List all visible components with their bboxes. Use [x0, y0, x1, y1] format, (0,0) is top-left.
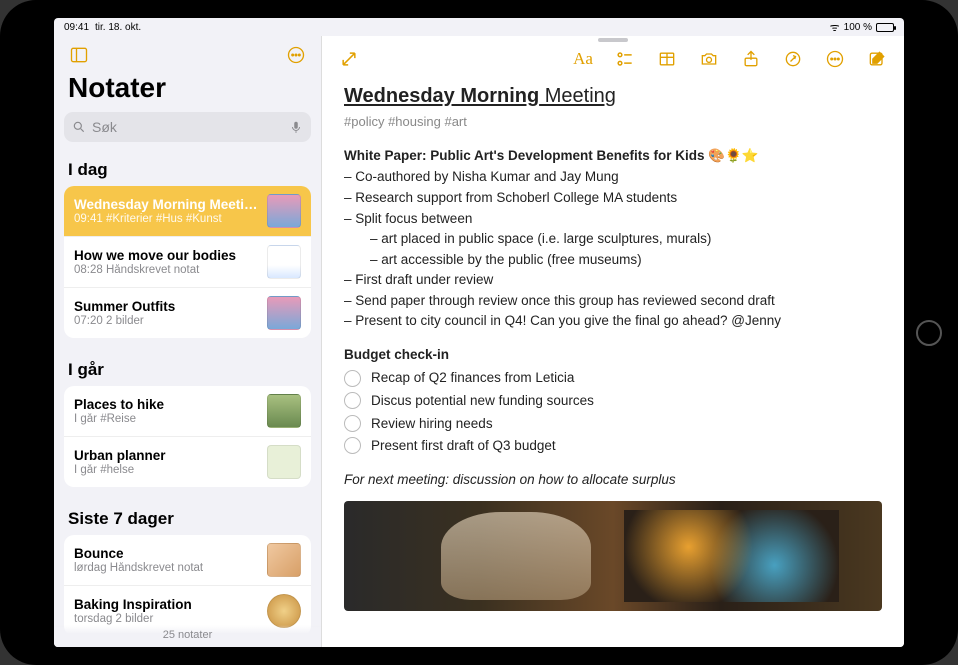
note-group: Places to hikeI går #ReiseUrban plannerI…	[64, 386, 311, 487]
markup-icon[interactable]	[780, 46, 806, 72]
note-thumbnail	[267, 394, 301, 428]
note-row-subtitle: 09:41 #Kriterier #Hus #Kunst	[74, 213, 259, 225]
note-group: Bouncelørdag Håndskrevet notat Baking Ins…	[64, 535, 311, 636]
note-row-title: Summer Outfits	[74, 299, 259, 314]
checklist-icon[interactable]	[612, 46, 638, 72]
white-paper-heading[interactable]: White Paper: Public Art's Development Be…	[344, 146, 882, 166]
note-row-title: Places to hike	[74, 397, 259, 412]
text-format-icon[interactable]: Aa	[570, 46, 596, 72]
ellipsis-icon[interactable]	[822, 46, 848, 72]
section-header: I går	[54, 352, 321, 386]
note-row-title: Wednesday Morning Meeting	[74, 197, 259, 212]
note-editor: Aa	[322, 36, 904, 647]
search-input[interactable]	[92, 119, 283, 135]
table-icon[interactable]	[654, 46, 680, 72]
note-line[interactable]: – First draft under review	[344, 270, 882, 290]
note-row[interactable]: Bouncelørdag Håndskrevet notat	[64, 535, 311, 586]
note-tags[interactable]: #policy #housing #art	[344, 113, 882, 132]
home-button[interactable]	[916, 320, 942, 346]
checklist-label: Present first draft of Q3 budget	[371, 436, 556, 456]
status-date: tir. 18. okt.	[95, 22, 141, 33]
note-row-title: Baking Inspiration	[74, 597, 259, 612]
note-attached-image[interactable]	[344, 501, 882, 611]
note-body[interactable]: Wednesday Morning Meeting #policy #housi…	[322, 78, 904, 647]
search-icon	[72, 120, 86, 134]
note-row-title: Urban planner	[74, 448, 259, 463]
checkbox-icon[interactable]	[344, 392, 361, 409]
checklist-item[interactable]: Recap of Q2 finances from Leticia	[344, 368, 882, 388]
note-row-subtitle: torsdag 2 bilder	[74, 613, 259, 625]
section-header: I dag	[54, 152, 321, 186]
note-thumbnail	[267, 296, 301, 330]
section-header: Siste 7 dager	[54, 501, 321, 535]
note-line[interactable]: – Co-authored by Nisha Kumar and Jay Mun…	[344, 167, 882, 187]
wifi-icon: ᯤ	[830, 20, 840, 35]
note-row-title: How we move our bodies	[74, 248, 259, 263]
checkbox-icon[interactable]	[344, 370, 361, 387]
notes-sidebar: Notater I dagWednesday Morning Meeting09…	[54, 36, 322, 647]
note-thumbnail	[267, 245, 301, 279]
more-options-icon[interactable]	[283, 42, 309, 68]
checklist-label: Recap of Q2 finances from Leticia	[371, 368, 574, 388]
battery-percent: 100 %	[844, 22, 872, 33]
camera-icon[interactable]	[696, 46, 722, 72]
dictate-icon[interactable]	[289, 120, 303, 134]
note-group: Wednesday Morning Meeting09:41 #Kriterie…	[64, 186, 311, 338]
ipad-frame: 09:41 tir. 18. okt. ᯤ 100 %	[0, 0, 958, 665]
note-line[interactable]: – art accessible by the public (free mus…	[344, 250, 882, 270]
sidebar-footer-count: 25 notater	[54, 625, 321, 647]
status-bar: 09:41 tir. 18. okt. ᯤ 100 %	[54, 18, 904, 36]
checklist-item[interactable]: Present first draft of Q3 budget	[344, 436, 882, 456]
note-row[interactable]: Wednesday Morning Meeting09:41 #Kriterie…	[64, 186, 311, 237]
note-title[interactable]: Wednesday Morning Meeting	[344, 82, 882, 111]
notes-list[interactable]: I dagWednesday Morning Meeting09:41 #Kri…	[54, 152, 321, 647]
note-thumbnail	[267, 543, 301, 577]
checkbox-icon[interactable]	[344, 415, 361, 432]
note-title-bold: Wednesday Morning	[344, 85, 539, 107]
checklist-label: Review hiring needs	[371, 414, 493, 434]
expand-icon[interactable]	[336, 46, 362, 72]
note-row-title: Bounce	[74, 546, 259, 561]
note-row[interactable]: Urban plannerI går #helse	[64, 437, 311, 487]
note-line[interactable]: – Send paper through review once this gr…	[344, 291, 882, 311]
note-row-subtitle: 07:20 2 bilder	[74, 315, 259, 327]
note-thumbnail	[267, 445, 301, 479]
editor-toolbar: Aa	[322, 36, 904, 78]
checklist-item[interactable]: Review hiring needs	[344, 414, 882, 434]
share-icon[interactable]	[738, 46, 764, 72]
note-row-subtitle: I går #Reise	[74, 413, 259, 425]
compose-icon[interactable]	[864, 46, 890, 72]
note-thumbnail	[267, 594, 301, 628]
note-title-rest: Meeting	[539, 85, 616, 107]
checkbox-icon[interactable]	[344, 437, 361, 454]
followup-note[interactable]: For next meeting: discussion on how to a…	[344, 470, 882, 490]
note-line[interactable]: – Split focus between	[344, 209, 882, 229]
sidebar-toggle-icon[interactable]	[66, 42, 92, 68]
checklist-label: Discus potential new funding sources	[371, 391, 594, 411]
note-row-subtitle: lørdag Håndskrevet notat	[74, 562, 259, 574]
sidebar-title: Notater	[54, 70, 321, 112]
grabber-handle[interactable]	[598, 38, 628, 42]
checklist-item[interactable]: Discus potential new funding sources	[344, 391, 882, 411]
note-line[interactable]: – Research support from Schoberl College…	[344, 188, 882, 208]
note-row[interactable]: Places to hikeI går #Reise	[64, 386, 311, 437]
search-field[interactable]	[64, 112, 311, 142]
note-row[interactable]: Summer Outfits07:20 2 bilder	[64, 288, 311, 338]
budget-heading[interactable]: Budget check-in	[344, 345, 882, 365]
note-row[interactable]: How we move our bodies08:28 Håndskrevet …	[64, 237, 311, 288]
status-time: 09:41	[64, 22, 89, 33]
screen: 09:41 tir. 18. okt. ᯤ 100 %	[54, 18, 904, 647]
note-line[interactable]: – Present to city council in Q4! Can you…	[344, 311, 882, 331]
note-line[interactable]: – art placed in public space (i.e. large…	[344, 229, 882, 249]
note-row-subtitle: 08:28 Håndskrevet notat	[74, 264, 259, 276]
note-thumbnail	[267, 194, 301, 228]
battery-icon	[876, 23, 894, 32]
note-row-subtitle: I går #helse	[74, 464, 259, 476]
